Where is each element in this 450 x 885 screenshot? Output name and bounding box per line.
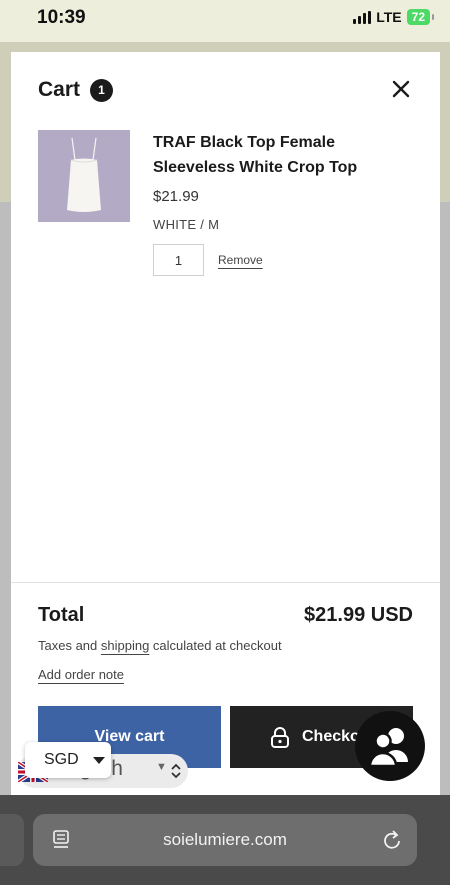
select-stepper-icon <box>171 763 181 779</box>
product-title[interactable]: TRAF Black Top Female Sleeveless White C… <box>153 130 418 180</box>
tax-prefix: Taxes and <box>38 638 101 653</box>
cart-drawer: Cart 1 TRAF Black Top Female Sleeveless … <box>11 52 440 795</box>
shipping-link[interactable]: shipping <box>101 638 149 653</box>
close-icon <box>392 80 410 98</box>
cart-header: Cart 1 <box>38 78 114 102</box>
status-indicators: LTE 72 <box>353 9 435 25</box>
caret-down-icon: ▼ <box>156 761 167 773</box>
previous-tab-preview[interactable] <box>0 814 24 866</box>
product-variant: WHITE / M <box>153 217 220 232</box>
product-image[interactable] <box>38 130 130 222</box>
currency-selector[interactable]: SGD <box>25 742 111 778</box>
battery-icon: 72 <box>406 9 435 25</box>
tax-suffix: calculated at checkout <box>149 638 282 653</box>
status-time: 10:39 <box>37 7 86 28</box>
quantity-row: 1 Remove <box>153 244 418 276</box>
remove-link[interactable]: Remove <box>218 253 263 267</box>
cart-title: Cart <box>38 78 81 101</box>
signal-icon <box>353 10 372 24</box>
add-order-note-link[interactable]: Add order note <box>38 667 124 682</box>
caret-down-icon <box>92 756 105 764</box>
total-label: Total <box>38 604 85 626</box>
product-info: TRAF Black Top Female Sleeveless White C… <box>153 130 418 276</box>
quantity-input[interactable]: 1 <box>153 244 204 276</box>
currency-label: SGD <box>44 751 79 768</box>
reload-icon[interactable] <box>381 828 403 852</box>
url-text: soielumiere.com <box>163 830 287 849</box>
close-button[interactable] <box>390 78 412 100</box>
people-icon <box>368 728 408 766</box>
product-price: $21.99 <box>153 188 199 205</box>
crop-top-image <box>38 130 130 222</box>
total-row: Total $21.99 USD <box>38 604 413 627</box>
divider <box>11 582 440 583</box>
status-bar: 10:39 LTE 72 <box>0 0 450 42</box>
network-label: LTE <box>376 9 402 25</box>
cart-count-badge: 1 <box>90 78 114 102</box>
lock-icon <box>271 727 289 748</box>
chat-button[interactable] <box>355 711 425 781</box>
tax-note: Taxes and shipping calculated at checkou… <box>38 638 282 653</box>
address-bar[interactable]: soielumiere.com <box>33 814 417 866</box>
total-value: $21.99 USD <box>304 604 413 626</box>
